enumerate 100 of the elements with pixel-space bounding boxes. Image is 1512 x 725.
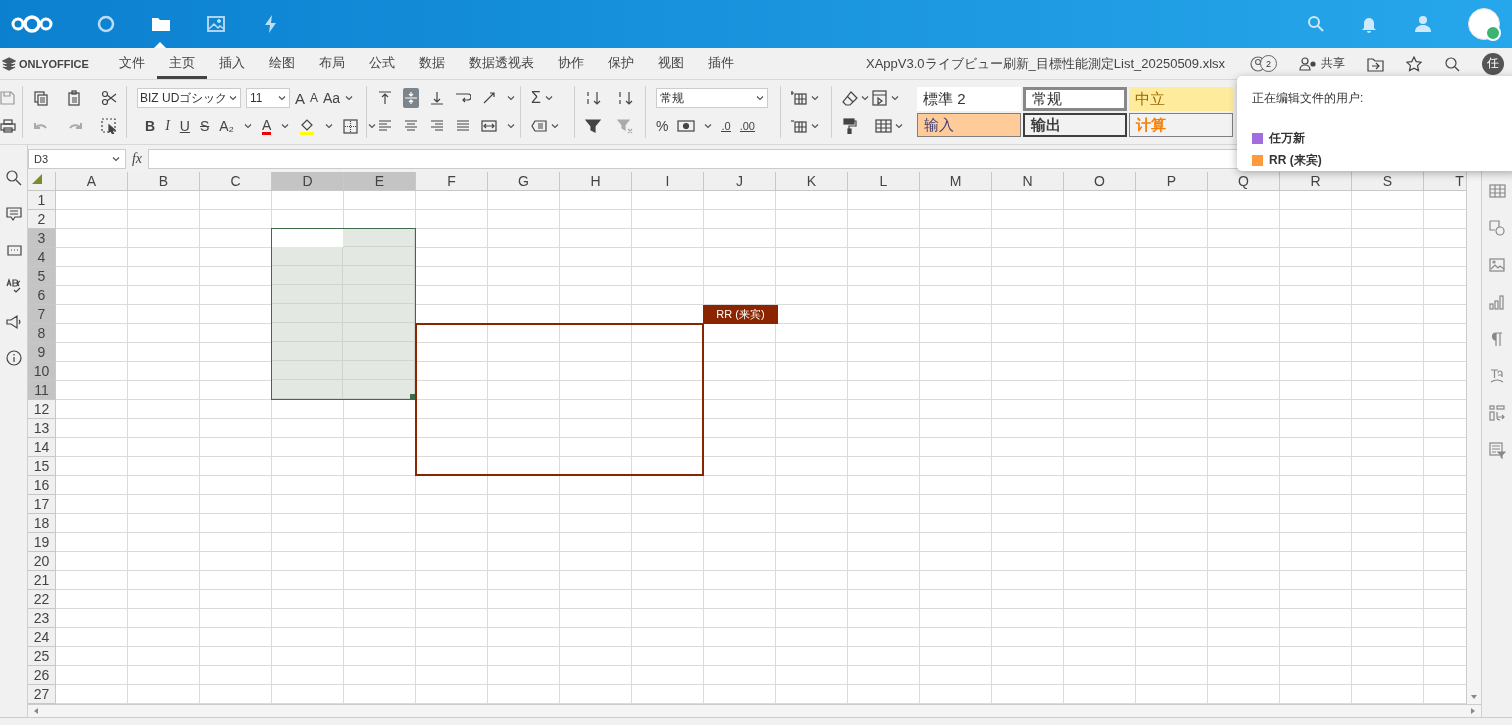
sort-descending-icon[interactable] xyxy=(617,90,633,106)
font-select[interactable]: BIZ UDゴシック xyxy=(137,88,241,108)
bold-button[interactable]: B xyxy=(145,118,156,134)
sort-ascending-icon[interactable] xyxy=(585,90,601,106)
ribbon-tab[interactable]: 保护 xyxy=(596,48,646,79)
row-header[interactable]: 21 xyxy=(28,571,56,590)
column-header[interactable]: I xyxy=(632,172,704,191)
ribbon-tab[interactable]: 绘图 xyxy=(257,48,307,79)
fill-handle[interactable] xyxy=(410,394,415,399)
image-icon[interactable] xyxy=(1489,257,1505,273)
column-header[interactable]: O xyxy=(1064,172,1136,191)
ribbon-tab[interactable]: 数据 xyxy=(407,48,457,79)
cell-style-item[interactable]: 输入 xyxy=(917,113,1021,137)
column-header[interactable]: Q xyxy=(1208,172,1280,191)
filter-icon[interactable] xyxy=(585,118,601,134)
row-header[interactable]: 17 xyxy=(28,495,56,514)
caret-icon[interactable] xyxy=(551,123,559,129)
column-header[interactable]: T xyxy=(1424,172,1466,191)
caret-icon[interactable] xyxy=(811,95,819,101)
ribbon-tab[interactable]: 视图 xyxy=(646,48,696,79)
text-orientation-icon[interactable] xyxy=(481,90,497,106)
caret-icon[interactable] xyxy=(756,95,764,101)
caret-icon[interactable] xyxy=(861,95,869,101)
row-header[interactable]: 14 xyxy=(28,438,56,457)
caret-icon[interactable] xyxy=(544,95,553,101)
subscript-button[interactable]: A₂ xyxy=(219,118,235,134)
ribbon-tab[interactable]: 协作 xyxy=(546,48,596,79)
cell-style-item[interactable]: 中立 xyxy=(1129,87,1233,111)
currency-icon[interactable] xyxy=(677,118,696,134)
spellcheck-icon[interactable] xyxy=(5,278,22,294)
row-header[interactable]: 5 xyxy=(28,267,56,286)
ribbon-tab[interactable]: 文件 xyxy=(107,48,157,79)
strikethrough-button[interactable]: S xyxy=(199,118,210,134)
align-right-icon[interactable] xyxy=(429,118,445,134)
print-icon[interactable] xyxy=(0,118,16,134)
table-format-icon[interactable] xyxy=(875,118,892,134)
cut-icon[interactable] xyxy=(101,90,117,106)
caret-icon[interactable] xyxy=(895,123,903,129)
caret-icon[interactable] xyxy=(281,123,290,129)
row-header[interactable]: 26 xyxy=(28,666,56,685)
column-header[interactable]: A xyxy=(56,172,128,191)
caret-icon[interactable] xyxy=(278,95,286,101)
cell-style-item[interactable]: 输出 xyxy=(1023,113,1127,137)
chat-icon[interactable] xyxy=(5,242,22,258)
table-icon[interactable] xyxy=(1488,183,1506,199)
row-header[interactable]: 20 xyxy=(28,552,56,571)
caret-icon[interactable] xyxy=(229,95,238,101)
paste-icon[interactable] xyxy=(67,90,83,106)
autosum-button[interactable]: Σ xyxy=(531,89,541,107)
user-avatar[interactable] xyxy=(1468,8,1500,40)
info-icon[interactable] xyxy=(5,350,22,366)
row-header[interactable]: 11 xyxy=(28,381,56,400)
row-header[interactable]: 3 xyxy=(28,229,56,248)
pivot-table-icon[interactable] xyxy=(1489,405,1505,421)
column-header[interactable]: C xyxy=(200,172,272,191)
column-header[interactable]: B xyxy=(128,172,200,191)
column-header[interactable]: E xyxy=(344,172,416,191)
caret-icon[interactable] xyxy=(507,123,515,129)
column-header[interactable]: P xyxy=(1136,172,1208,191)
caret-icon[interactable] xyxy=(368,123,377,129)
column-header[interactable]: F xyxy=(416,172,488,191)
column-header[interactable]: D xyxy=(272,172,344,191)
text-art-icon[interactable] xyxy=(1489,368,1505,384)
dashboard-icon[interactable] xyxy=(95,14,116,34)
merge-cells-icon[interactable] xyxy=(481,118,497,134)
row-header[interactable]: 6 xyxy=(28,286,56,305)
row-header[interactable]: 25 xyxy=(28,647,56,666)
megaphone-icon[interactable] xyxy=(5,314,22,330)
ribbon-tab[interactable]: 主页 xyxy=(157,48,207,79)
percent-button[interactable]: % xyxy=(656,118,669,134)
slicer-icon[interactable] xyxy=(1488,442,1506,459)
row-header[interactable]: 18 xyxy=(28,514,56,533)
conditional-format-icon[interactable] xyxy=(872,90,888,106)
column-header[interactable]: H xyxy=(560,172,632,191)
borders-icon[interactable] xyxy=(343,118,359,134)
delete-cells-icon[interactable] xyxy=(791,118,807,134)
name-box[interactable]: D3 xyxy=(28,148,126,169)
caret-icon[interactable] xyxy=(325,123,334,129)
decrease-decimal-button[interactable]: .0 xyxy=(721,120,731,132)
share-button[interactable]: 共享 xyxy=(1299,55,1345,72)
image-icon[interactable] xyxy=(205,14,226,34)
font-size-select[interactable]: 11 xyxy=(246,88,290,108)
row-header[interactable]: 8 xyxy=(28,324,56,343)
shape-icon[interactable] xyxy=(1489,220,1505,236)
search-icon[interactable] xyxy=(1444,55,1460,72)
row-header[interactable]: 22 xyxy=(28,590,56,609)
cloud-logo-icon[interactable] xyxy=(10,14,54,34)
cell-style-item[interactable]: 標準 2 xyxy=(917,87,1021,111)
ribbon-tab[interactable]: 插入 xyxy=(207,48,257,79)
column-header[interactable]: K xyxy=(776,172,848,191)
horizontal-scrollbar[interactable] xyxy=(28,704,1481,717)
row-header[interactable]: 2 xyxy=(28,210,56,229)
ribbon-tab[interactable]: 数据透视表 xyxy=(457,48,546,79)
align-bottom-icon[interactable] xyxy=(429,90,445,106)
row-header[interactable]: 15 xyxy=(28,457,56,476)
decrease-font-button[interactable]: A xyxy=(310,91,319,105)
column-header[interactable]: L xyxy=(848,172,920,191)
row-header[interactable]: 24 xyxy=(28,628,56,647)
caret-icon[interactable] xyxy=(507,95,515,101)
number-format-select[interactable]: 常规 xyxy=(656,88,768,108)
